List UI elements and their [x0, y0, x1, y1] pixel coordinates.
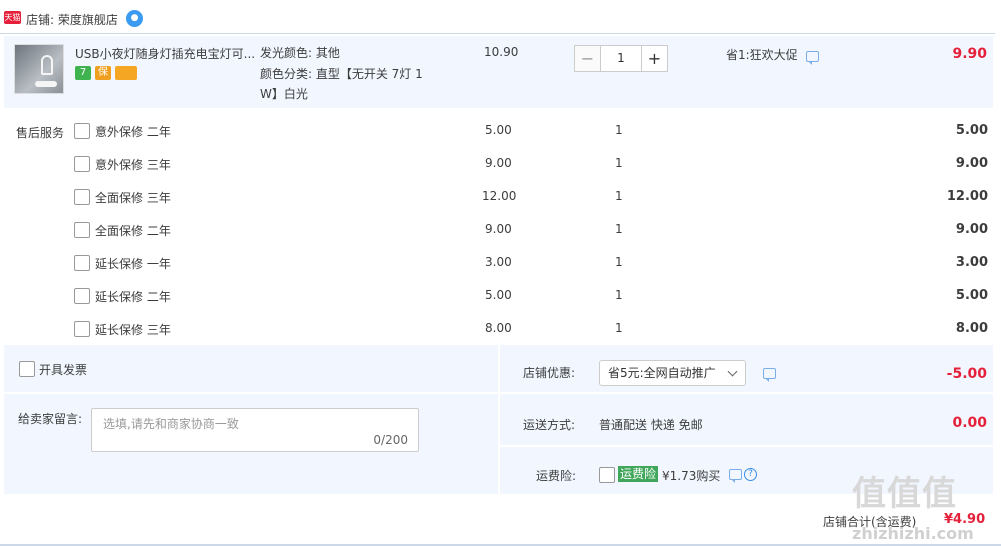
service-checkbox[interactable]: [74, 288, 90, 304]
service-checkbox[interactable]: [74, 156, 90, 172]
discount-selected: 省5元:全网自动推广: [608, 366, 716, 380]
insurance-price: ¥1.73购买: [662, 469, 721, 483]
shop-name[interactable]: 店铺: 荣度旗舰店: [26, 11, 118, 28]
service-checkbox[interactable]: [74, 189, 90, 205]
service-qty: 1: [615, 288, 623, 302]
promo-text: 省1:狂欢大促: [726, 48, 798, 62]
product-thumbnail[interactable]: [14, 44, 64, 94]
qty-input[interactable]: 1: [601, 45, 641, 72]
service-qty: 1: [615, 189, 623, 203]
sku-type-line1: 颜色分类: 直型【无开关 7灯 1: [260, 67, 423, 81]
message-label: 给卖家留言:: [18, 412, 83, 426]
invoice-label: 开具发票: [39, 363, 88, 377]
service-name: 意外保修 二年: [95, 125, 171, 139]
service-total: 9.00: [955, 222, 988, 237]
tmall-badge-icon: 天猫: [4, 11, 21, 24]
service-qty: 1: [615, 222, 623, 236]
watermark-logo: 值值值: [852, 474, 957, 514]
seven-day-return-icon[interactable]: 7: [75, 66, 91, 80]
service-price: 5.00: [485, 123, 512, 137]
chevron-down-icon: [727, 366, 738, 377]
item-subtotal: 9.90: [952, 46, 987, 62]
guarantee-icon[interactable]: 保: [95, 66, 111, 80]
service-checkbox[interactable]: [74, 255, 90, 271]
service-price: 9.00: [485, 222, 512, 236]
wangwang-chat-icon[interactable]: ●: [126, 10, 143, 27]
credit-card-icon[interactable]: [115, 66, 137, 80]
product-title[interactable]: USB小夜灯随身灯插充电宝灯可...: [75, 45, 255, 62]
watermark-site: zhizhizhi.com: [852, 524, 974, 543]
unit-price: 10.90: [484, 45, 519, 59]
service-name: 延长保修 三年: [95, 323, 171, 337]
service-checkbox[interactable]: [74, 321, 90, 337]
insurance-tag: 运费险: [618, 466, 659, 482]
qty-minus-button[interactable]: −: [574, 45, 601, 72]
service-name: 意外保修 三年: [95, 158, 171, 172]
invoice-checkbox[interactable]: [19, 361, 35, 377]
service-price: 3.00: [485, 255, 512, 269]
service-total: 8.00: [955, 321, 988, 336]
shipping-label: 运送方式:: [523, 418, 576, 432]
message-textarea[interactable]: 选填,请先和商家协商一致 0/200: [91, 408, 419, 452]
service-total: 12.00: [946, 189, 988, 204]
service-checkbox[interactable]: [74, 222, 90, 238]
row-divider: [500, 445, 993, 447]
discount-select[interactable]: 省5元:全网自动推广: [599, 360, 746, 386]
discount-comment-icon[interactable]: [763, 368, 776, 382]
discount-label: 店铺优惠:: [523, 366, 576, 380]
service-price: 12.00: [482, 189, 517, 203]
service-qty: 1: [615, 123, 623, 137]
service-total: 3.00: [955, 255, 988, 270]
quantity-stepper: − 1 +: [574, 45, 670, 72]
sku-type-line2: W】白光: [260, 87, 308, 101]
shop-header: [0, 0, 995, 34]
service-name: 延长保修 一年: [95, 257, 171, 271]
service-checkbox[interactable]: [74, 123, 90, 139]
insurance-checkbox[interactable]: [599, 467, 615, 483]
service-price: 9.00: [485, 156, 512, 170]
help-icon[interactable]: ?: [744, 468, 757, 481]
row-divider: [4, 392, 498, 394]
service-total: 5.00: [955, 288, 988, 303]
sku-color: 发光颜色: 其他: [260, 46, 340, 60]
service-qty: 1: [615, 321, 623, 335]
promo-comment-icon[interactable]: [806, 51, 819, 65]
service-name: 全面保修 二年: [95, 224, 171, 238]
shipping-amount: 0.00: [952, 415, 987, 431]
row-divider: [500, 392, 993, 394]
service-total: 5.00: [955, 123, 988, 138]
service-name: 全面保修 三年: [95, 191, 171, 205]
service-price: 8.00: [485, 321, 512, 335]
service-name: 延长保修 二年: [95, 290, 171, 304]
services-label: 售后服务: [16, 126, 65, 140]
insurance-comment-icon[interactable]: [729, 469, 742, 483]
service-qty: 1: [615, 255, 623, 269]
service-qty: 1: [615, 156, 623, 170]
shipping-method: 普通配送 快递 免邮: [599, 418, 703, 432]
service-total: 9.00: [955, 156, 988, 171]
qty-plus-button[interactable]: +: [641, 45, 668, 72]
service-price: 5.00: [485, 288, 512, 302]
insurance-label: 运费险:: [536, 469, 577, 483]
message-counter: 0/200: [373, 433, 408, 447]
discount-amount: -5.00: [946, 366, 987, 382]
message-placeholder: 选填,请先和商家协商一致: [103, 417, 239, 431]
